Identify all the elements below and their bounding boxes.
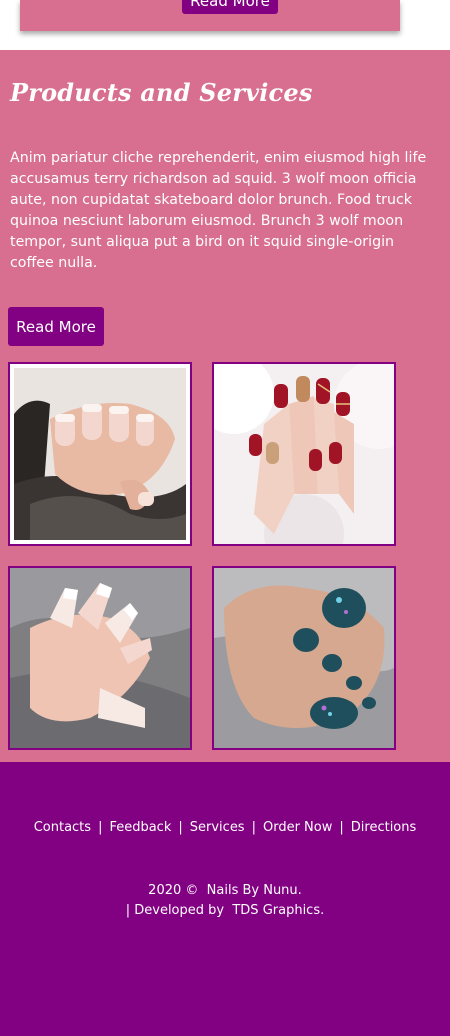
red-gold-nails-image (214, 364, 394, 544)
copyright-line: 2020 © Nails By Nunu. (0, 881, 450, 901)
ombre-coffin-nails-photo[interactable] (8, 566, 192, 750)
footer-separator: | (98, 820, 103, 835)
pedicure-image (214, 568, 394, 748)
footer-link-order-now[interactable]: Order Now (263, 820, 332, 835)
products-description: Anim pariatur cliche reprehenderit, enim… (10, 150, 427, 271)
footer-separator: | (339, 820, 344, 835)
footer-link-directions[interactable]: Directions (351, 820, 417, 835)
footer-copyright: 2020 © Nails By Nunu. | Developed by TDS… (0, 881, 450, 921)
products-title: Products and Services (10, 78, 313, 107)
top-read-more-button[interactable]: Read More (182, 0, 278, 14)
footer-link-contacts[interactable]: Contacts (34, 820, 91, 835)
read-more-button[interactable]: Read More (8, 307, 104, 346)
footer-nav: Contacts | Feedback | Services | Order Now | Dir… (0, 820, 450, 835)
footer: Contacts | Feedback | Services | Order Now | Dir… (0, 762, 450, 1036)
footer-link-feedback[interactable]: Feedback (109, 820, 171, 835)
developer-line: | Developed by TDS Graphics. (0, 901, 450, 921)
french-manicure-photo[interactable] (8, 362, 192, 546)
products-section: Products and Services Anim pariatur clic… (0, 50, 450, 762)
footer-link-services[interactable]: Services (190, 820, 245, 835)
copyright-year: 2020 © (148, 883, 199, 898)
french-manicure-image (10, 364, 190, 544)
red-gold-nails-photo[interactable] (212, 362, 396, 546)
developer-link[interactable]: TDS Graphics (232, 903, 320, 918)
top-card: Read More (20, 0, 400, 31)
top-strip: Read More (0, 0, 450, 50)
ombre-nails-image (10, 568, 190, 748)
period: . (297, 883, 302, 898)
teal-pedicure-photo[interactable] (212, 566, 396, 750)
brand-link[interactable]: Nails By Nunu (207, 883, 298, 898)
developed-by-label: | Developed by (125, 903, 225, 918)
footer-separator: | (178, 820, 183, 835)
period: . (320, 903, 325, 918)
footer-separator: | (251, 820, 256, 835)
